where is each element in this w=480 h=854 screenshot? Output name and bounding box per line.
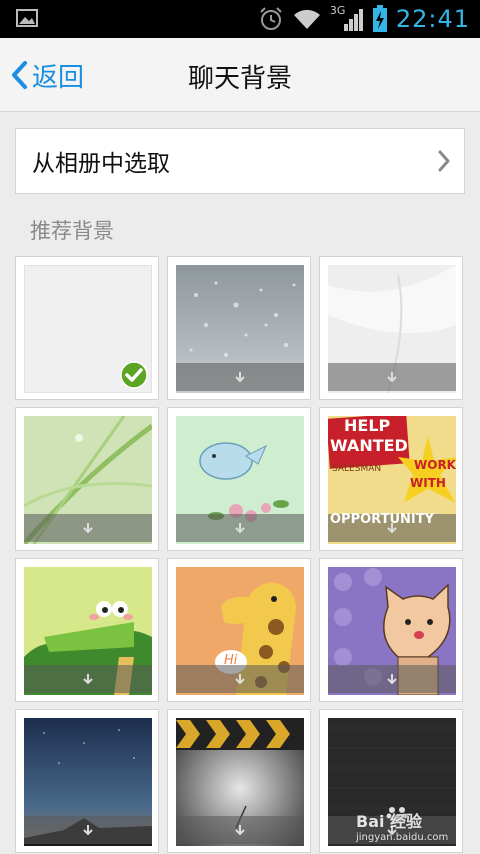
watermark-url: jingyan.baidu.com bbox=[356, 832, 449, 843]
download-bar bbox=[24, 665, 152, 693]
gallery-notification-icon bbox=[16, 9, 38, 27]
poster-work-text: WORK bbox=[414, 458, 456, 472]
download-icon bbox=[83, 674, 93, 685]
download-icon bbox=[235, 372, 245, 383]
status-bar: 3G 22:41 bbox=[0, 0, 480, 38]
poster-help-text: HELP bbox=[344, 416, 391, 435]
baidu-jingyan-watermark: Bai 经验 jingyan.baidu.com bbox=[356, 804, 466, 848]
poster-wanted-text: WANTED bbox=[330, 436, 408, 455]
background-tile-plain[interactable] bbox=[15, 256, 159, 400]
pick-from-album-label: 从相册中选取 bbox=[32, 151, 170, 177]
chevron-right-icon bbox=[438, 150, 450, 172]
battery-charging-icon bbox=[372, 5, 387, 32]
poster-salesman-text: SALESMAN bbox=[332, 464, 382, 474]
background-tile-rain[interactable] bbox=[167, 256, 311, 400]
download-icon bbox=[83, 825, 93, 836]
background-tile-feather[interactable] bbox=[319, 256, 463, 400]
selected-check-icon bbox=[120, 361, 148, 389]
background-tile-grass[interactable] bbox=[15, 407, 159, 551]
watermark-text: Bai 经验 bbox=[356, 812, 423, 831]
download-bar bbox=[24, 816, 152, 844]
download-icon bbox=[387, 674, 397, 685]
download-icon bbox=[235, 523, 245, 534]
background-tile-bird[interactable] bbox=[167, 407, 311, 551]
pick-from-album-button[interactable]: 从相册中选取 bbox=[15, 128, 465, 194]
download-bar bbox=[176, 816, 304, 844]
poster-with-text: WITH bbox=[410, 476, 446, 490]
clock: 22:41 bbox=[395, 5, 470, 33]
poster-opportunity-text: OPPORTUNITY bbox=[330, 512, 435, 527]
download-bar bbox=[176, 665, 304, 693]
download-icon bbox=[387, 372, 397, 383]
download-bar bbox=[328, 665, 456, 693]
title-bar: 返回 聊天背景 bbox=[0, 38, 480, 112]
page-title: 聊天背景 bbox=[187, 64, 292, 94]
background-tile-help-wanted[interactable]: HELP WANTED SALESMAN WORK WITH OPPORTUNI… bbox=[319, 407, 463, 551]
background-tile-giraffe[interactable]: Hi bbox=[167, 558, 311, 702]
download-icon bbox=[235, 674, 245, 685]
download-bar bbox=[24, 514, 152, 542]
download-bar bbox=[328, 363, 456, 391]
download-icon bbox=[83, 523, 93, 534]
download-bar bbox=[176, 363, 304, 391]
signal-icon: 3G bbox=[330, 4, 364, 32]
alarm-icon bbox=[260, 7, 282, 30]
background-tile-crocodile[interactable] bbox=[15, 558, 159, 702]
wifi-icon bbox=[293, 9, 320, 29]
recommended-backgrounds-label: 推荐背景 bbox=[30, 219, 114, 243]
download-bar bbox=[176, 514, 304, 542]
background-tile-night-sky[interactable] bbox=[15, 709, 159, 853]
background-tile-cat[interactable] bbox=[319, 558, 463, 702]
download-icon bbox=[235, 825, 245, 836]
background-tile-chevron-metal[interactable] bbox=[167, 709, 311, 853]
